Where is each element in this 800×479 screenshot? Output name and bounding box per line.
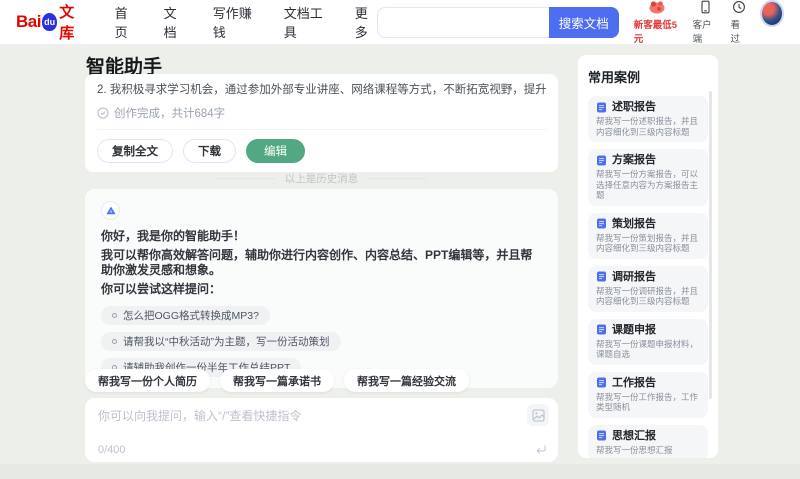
sidebar-scrollbar[interactable] [709,91,712,399]
case-title: 工作报告 [612,376,656,389]
assistant-intro: 我可以帮你高效解答问题，辅助你进行内容创作、内容总结、PPT编辑等，并且帮助你激… [101,248,533,277]
case-desc: 帮我写一份工作报告，工作类型随机 [596,391,699,413]
doc-icon [597,430,606,441]
case-card-sixiang[interactable]: 思想汇报 帮我写一份思想汇报 [588,424,708,458]
nav-right-group: 新客最低5元 客户端 看过 [634,0,784,45]
history-divider: 以上是历史消息 [85,171,558,186]
case-card-cehua[interactable]: 策划报告 帮我写一份策划报告，并且内容细化到三级内容标题 [588,212,708,259]
case-title: 策划报告 [612,217,656,230]
promo-entry[interactable]: 新客最低5元 [634,0,680,45]
nav-item-tools[interactable]: 文档工具 [284,3,328,41]
edit-button[interactable]: 编辑 [246,139,305,163]
doc-icon [597,218,606,229]
baidu-wenku-logo[interactable]: Bai du 文库 [16,1,85,43]
case-card-keti[interactable]: 课题申报 帮我写一份课题申报材料，课题自选 [588,318,708,365]
doc-icon [597,324,606,335]
copy-all-button[interactable]: 复制全文 [97,139,173,163]
message-input[interactable]: 你可以向我提问，输入“/”查看快捷指令 0/400 [85,398,558,462]
viewed-entry[interactable]: 看过 [730,0,747,45]
case-desc: 帮我写一份策划报告，并且内容细化到三级内容标题 [596,232,699,254]
attach-image-button[interactable] [527,404,549,426]
creation-status-row: 创作完成，共计684字 [97,105,546,130]
input-footer: 0/400 [98,443,547,456]
baidu-paw-icon: du [41,13,58,31]
case-desc: 帮我写一份课题申报材料，课题自选 [596,338,699,360]
promo-icon [648,0,666,15]
case-title: 方案报告 [612,154,656,166]
doc-search: 搜索文档 [376,6,619,38]
history-message-card: 2. 我积极寻求学习机会，通过参加外部专业讲座、网络课程等方式，不断拓宽视野，提… [85,74,558,172]
case-card-fangan[interactable]: 方案报告 帮我写一份方案报告，可以选择任意内容为方案报告主题 [588,149,708,206]
divider-line-left [216,178,275,179]
input-placeholder: 你可以向我提问，输入“/”查看快捷指令 [98,409,302,423]
doc-icon [597,102,606,112]
nav-menu: 首页 文档 写作赚钱 文档工具 更多 [115,3,377,41]
nav-item-home[interactable]: 首页 [115,3,137,41]
case-card-gongzuo[interactable]: 工作报告 帮我写一份工作报告，工作类型随机 [588,371,708,418]
top-nav: Bai du 文库 首页 文档 写作赚钱 文档工具 更多 搜索文档 新客最低5元 [0,0,800,45]
doc-icon [597,155,606,165]
logo-wenku: 文库 [59,4,75,42]
divider-line-right [368,178,427,179]
case-title: 述职报告 [612,101,656,113]
case-desc: 帮我写一份调研报告，并且内容细化到三级内容标题 [596,285,699,307]
footer-strip [0,464,800,479]
quick-prompt-row: 帮我写一份个人简历 帮我写一篇承诺书 帮我写一篇经验交流 [85,369,469,392]
download-button[interactable]: 下载 [183,139,236,163]
chip-bullet-icon [112,313,117,318]
suggestion-chip-list: 怎么把OGG格式转换成MP3? 请帮我以“中秋活动”为主题，写一份活动策划 请辅… [101,306,542,377]
search-button[interactable]: 搜索文档 [548,6,619,38]
chip-bullet-icon [112,339,117,344]
client-label: 客户端 [692,19,712,45]
assistant-avatar-icon [101,201,120,220]
case-desc: 帮我写一份述职报告，并且内容细化到三级内容标题 [596,116,699,137]
quick-prompt-resume[interactable]: 帮我写一份个人简历 [85,369,210,392]
assistant-message-card: 你好，我是你的智能助手！ 我可以帮你高效解答问题，辅助你进行内容创作、内容总结、… [85,189,558,388]
case-card-shuzhi[interactable]: 述职报告 帮我写一份述职报告，并且内容细化到三级内容标题 [588,96,708,142]
assistant-greeting: 你好，我是你的智能助手！ [101,229,246,243]
nav-item-docs[interactable]: 文档 [164,3,186,41]
quick-prompt-experience[interactable]: 帮我写一篇经验交流 [344,369,469,392]
creation-status-text: 创作完成，共计684字 [114,108,226,120]
client-entry[interactable]: 客户端 [693,0,718,45]
suggestion-chip-label: 请帮我以“中秋活动”为主题，写一份活动策划 [123,336,330,348]
phone-icon [698,0,712,15]
user-avatar[interactable] [759,0,784,27]
viewed-label: 看过 [730,19,740,45]
nav-item-earn[interactable]: 写作赚钱 [213,3,257,41]
case-title: 调研报告 [612,270,656,283]
logo-bai: Bai [16,12,41,31]
history-actions: 复制全文 下载 编辑 [97,139,546,163]
wenku-assistant-page: Bai du 文库 首页 文档 写作赚钱 文档工具 更多 搜索文档 新客最低5元 [0,0,800,479]
ai-triangle-icon [105,206,116,215]
suggestion-chip-label: 怎么把OGG格式转换成MP3? [123,310,259,322]
history-message-text: 2. 我积极寻求学习机会，通过参加外部专业讲座、网络课程等方式，不断拓宽视野，提… [97,84,546,96]
image-icon [531,408,545,422]
suggestion-chip-ogg-mp3[interactable]: 怎么把OGG格式转换成MP3? [101,306,270,325]
nav-item-more[interactable]: 更多 [355,3,377,41]
case-title: 思想汇报 [612,429,656,442]
suggestion-chip-midautumn-plan[interactable]: 请帮我以“中秋活动”为主题，写一份活动策划 [101,332,341,351]
check-circle-icon [97,107,109,119]
history-divider-label: 以上是历史消息 [284,173,359,185]
case-card-diaoyan[interactable]: 调研报告 帮我写一份调研报告，并且内容细化到三级内容标题 [588,265,708,312]
search-input[interactable] [376,6,549,38]
common-cases-title: 常用案例 [588,70,641,85]
assistant-try-label: 你可以尝试这样提问： [101,282,222,296]
char-counter: 0/400 [98,443,126,456]
quick-prompt-commitment[interactable]: 帮我写一篇承诺书 [220,369,334,392]
enter-icon [536,445,546,454]
case-desc: 帮我写一份方案报告，可以选择任意内容为方案报告主题 [596,169,699,200]
promo-label: 新客最低5元 [633,19,678,45]
common-cases-panel: 常用案例 述职报告 帮我写一份述职报告，并且内容细化到三级内容标题 方案报告 帮… [578,55,718,458]
clock-icon [732,0,746,15]
case-desc: 帮我写一份思想汇报 [596,444,673,455]
doc-icon [597,377,606,388]
doc-icon [597,271,606,282]
case-title: 课题申报 [612,323,656,336]
